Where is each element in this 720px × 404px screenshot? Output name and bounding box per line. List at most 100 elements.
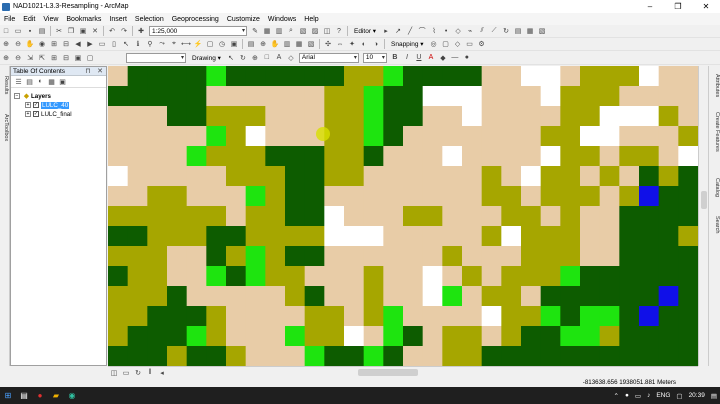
menu-windows[interactable]: Windows	[264, 16, 300, 23]
toc-window-icon[interactable]: ▦	[262, 26, 272, 36]
tray-arrow-icon[interactable]: ⌃	[614, 392, 619, 400]
editor-toolbar-icon[interactable]: ✎	[250, 26, 260, 36]
nav-icon[interactable]: ⊖	[13, 53, 23, 63]
attributes-icon[interactable]: ▤	[513, 26, 523, 36]
end-snap-icon[interactable]: ▢	[441, 39, 451, 49]
full-extent-icon[interactable]: ◉	[37, 39, 47, 49]
xy-icon[interactable]: ⌖	[169, 39, 179, 49]
nav-icon[interactable]: ▢	[85, 53, 95, 63]
fixed-zoom-in-icon[interactable]: ⊞	[49, 39, 59, 49]
menu-selection[interactable]: Selection	[131, 16, 168, 23]
hyperlink-icon[interactable]: ⚡	[193, 39, 203, 49]
layer-name[interactable]: LULC_40	[41, 101, 70, 109]
nav-icon[interactable]: ⊟	[61, 53, 71, 63]
end-point-arc-icon[interactable]: ⌒	[417, 26, 427, 36]
rotate-icon[interactable]: ↻	[501, 26, 511, 36]
layer-name[interactable]: LULC_final	[41, 111, 72, 118]
vertical-scrollbar[interactable]	[698, 66, 708, 366]
back-extent-icon[interactable]: ◀	[73, 39, 83, 49]
expand-icon[interactable]: +	[25, 111, 31, 117]
volume-icon[interactable]: ♪	[647, 392, 650, 399]
copy-icon[interactable]: ❐	[66, 26, 76, 36]
html-popup-icon[interactable]: ▢	[205, 39, 215, 49]
clear-selection-icon[interactable]: ▯	[109, 39, 119, 49]
layer-visibility-checkbox[interactable]: ✓	[33, 102, 39, 108]
language-indicator[interactable]: ENG	[656, 392, 670, 399]
layer-visibility-checkbox[interactable]: ✓	[33, 111, 39, 117]
fixed-zoom-out-icon[interactable]: ⊟	[61, 39, 71, 49]
zoom-out-icon[interactable]: ⊖	[13, 39, 23, 49]
menu-edit[interactable]: Edit	[19, 16, 39, 23]
straight-segment-icon[interactable]: ╱	[405, 26, 415, 36]
identify-icon[interactable]: ℹ	[133, 39, 143, 49]
menu-geoprocessing[interactable]: Geoprocessing	[168, 16, 223, 23]
nav-icon[interactable]: ⇱	[37, 53, 47, 63]
edit-vertices-icon[interactable]: ◇	[286, 53, 296, 63]
menu-bookmarks[interactable]: Bookmarks	[62, 16, 105, 23]
help-icon[interactable]: ?	[334, 26, 344, 36]
scroll-left-icon[interactable]: ◂	[157, 368, 167, 378]
split-icon[interactable]: ⟋	[489, 26, 499, 36]
find-icon[interactable]: ⚲	[145, 39, 155, 49]
vertex-snap-icon[interactable]: ◇	[453, 39, 463, 49]
rectangle-icon[interactable]: □	[262, 53, 272, 63]
map-scale-combo[interactable]: 1:25,000	[149, 26, 247, 36]
rotate-element-icon[interactable]: ↻	[238, 53, 248, 63]
list-by-selection-icon[interactable]: ▦	[47, 77, 56, 86]
horizontal-scrollbar[interactable]	[358, 369, 418, 376]
point-snap-icon[interactable]: ◎	[429, 39, 439, 49]
edge-snap-icon[interactable]: ▭	[465, 39, 475, 49]
fill-color-icon[interactable]: ◆	[438, 53, 448, 63]
bold-button[interactable]: B	[390, 53, 400, 63]
layout-tool-icon[interactable]: ▤	[246, 39, 256, 49]
font-size-combo[interactable]: 10	[362, 52, 387, 63]
edit-tool-icon[interactable]: ▸	[381, 26, 391, 36]
snap-options-icon[interactable]: ⚙	[477, 39, 487, 49]
flicker-icon[interactable]: ✦	[347, 39, 357, 49]
file-explorer-icon[interactable]: ▤	[17, 389, 31, 403]
transparency-icon[interactable]: ◑	[371, 39, 381, 49]
point-icon[interactable]: •	[441, 26, 451, 36]
layout-zoom-icon[interactable]: ⊕	[258, 39, 268, 49]
trace-icon[interactable]: ⌇	[429, 26, 439, 36]
windows-start-icon[interactable]: ⊞	[1, 389, 15, 403]
font-combo[interactable]: Arial	[298, 52, 359, 63]
swipe-icon[interactable]: ⇔	[335, 39, 345, 49]
search-tab[interactable]: Search	[711, 216, 720, 233]
clock[interactable]: 20:39	[689, 392, 705, 399]
nav-icon[interactable]: ⊞	[49, 53, 59, 63]
edit-vertices-icon[interactable]: ◇	[453, 26, 463, 36]
drawing-menu[interactable]: Drawing ▾	[188, 53, 225, 63]
refresh-icon[interactable]: ↻	[133, 368, 143, 378]
close-button[interactable]: ✕	[692, 0, 720, 13]
modelbuilder-icon[interactable]: ◫	[322, 26, 332, 36]
layer-row[interactable]: + ✓ LULC_40	[25, 101, 70, 109]
find-route-icon[interactable]: ⤳	[157, 39, 167, 49]
line-color-icon[interactable]: —	[450, 53, 460, 63]
menu-help[interactable]: Help	[300, 16, 322, 23]
edit-annotation-icon[interactable]: ↗	[393, 26, 403, 36]
cut-polygon-icon[interactable]: ⫽	[477, 26, 487, 36]
menu-insert[interactable]: Insert	[105, 16, 131, 23]
maximize-button[interactable]: ❐	[664, 0, 692, 13]
font-color-button[interactable]: A	[426, 53, 436, 63]
map-display[interactable]	[108, 66, 698, 366]
snapping-menu[interactable]: Snapping ▾	[387, 39, 428, 49]
nav-icon[interactable]: ⊕	[1, 53, 11, 63]
effects-icon[interactable]: ◐	[359, 39, 369, 49]
layers-group-row[interactable]: − ◆ Layers	[14, 92, 51, 100]
collapse-icon[interactable]: −	[14, 93, 20, 99]
folder-icon[interactable]: ▰	[49, 389, 63, 403]
save-icon[interactable]: ▪	[25, 26, 35, 36]
data-view-icon[interactable]: ◫	[109, 368, 119, 378]
reshape-icon[interactable]: ⌁	[465, 26, 475, 36]
menu-customize[interactable]: Customize	[223, 16, 264, 23]
nav-icon[interactable]: ⇲	[25, 53, 35, 63]
pan-icon[interactable]: ✋	[25, 39, 35, 49]
arctoolbox-icon[interactable]: ▧	[298, 26, 308, 36]
menu-file[interactable]: File	[0, 16, 19, 23]
pause-drawing-icon[interactable]: ‖	[145, 368, 155, 378]
toc-options-icon[interactable]: ▣	[58, 77, 67, 86]
list-by-visibility-icon[interactable]: ◐	[36, 77, 45, 86]
menu-view[interactable]: View	[39, 16, 62, 23]
